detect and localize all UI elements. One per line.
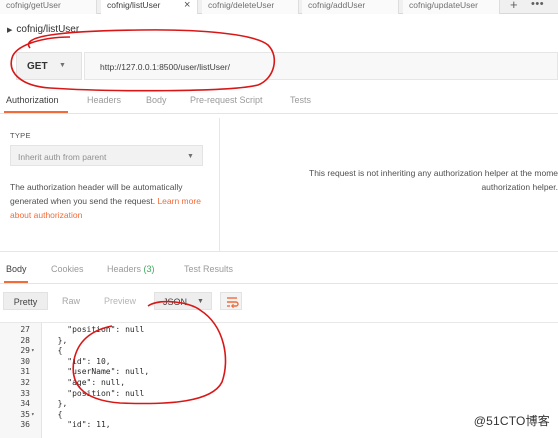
- line-number: 28: [20, 335, 30, 345]
- tab-test-results[interactable]: Test Results: [184, 264, 233, 274]
- request-title-row: ▶ cofnig/listUser: [7, 23, 79, 37]
- code-text: "position": null: [48, 388, 145, 398]
- url-input[interactable]: http://127.0.0.1:8500/user/listUser/: [84, 52, 558, 80]
- watermark: @51CTO博客: [473, 414, 550, 428]
- divider: [0, 283, 558, 284]
- headers-count-badge: (3): [143, 264, 155, 274]
- line-number: 29: [20, 346, 30, 356]
- tab-headers[interactable]: Headers: [87, 95, 121, 105]
- format-select[interactable]: JSON ▼: [154, 292, 212, 310]
- inherit-message: This request is not inheriting any autho…: [309, 168, 558, 192]
- tab-cookies[interactable]: Cookies: [51, 264, 84, 274]
- code-line: 27 "position": null: [0, 325, 558, 335]
- code-text: "position": null: [48, 325, 145, 334]
- tab-body[interactable]: Body: [146, 95, 167, 105]
- code-text: "age": null,: [48, 378, 126, 387]
- line-number: 31: [20, 367, 30, 377]
- code-line: 28 },: [0, 336, 558, 346]
- tab-response-headers[interactable]: Headers (3): [107, 264, 155, 274]
- line-number: 32: [20, 378, 30, 387]
- divider: [219, 118, 220, 251]
- close-tab-icon[interactable]: ×: [184, 0, 190, 11]
- tab-delete-user[interactable]: cofnig/deleteUser: [202, 0, 299, 14]
- preview-button[interactable]: Preview: [92, 292, 148, 310]
- chevron-down-icon: ▼: [187, 153, 194, 160]
- fold-toggle-icon[interactable]: ▾: [31, 346, 35, 356]
- line-number: 36: [20, 420, 30, 430]
- auth-type-value: Inherit auth from parent: [18, 152, 107, 162]
- auth-description: The authorization header will be automat…: [10, 182, 201, 220]
- url-value: http://127.0.0.1:8500/user/listUser/: [100, 62, 230, 72]
- collapse-caret-icon[interactable]: ▶: [7, 27, 12, 34]
- divider: [0, 113, 558, 114]
- line-number: 35: [20, 409, 30, 419]
- code-text: "id": 11,: [48, 420, 111, 430]
- auth-type-label: TYPE: [10, 131, 31, 140]
- code-line: 31 "userName": null,: [0, 367, 558, 377]
- tab-get-user[interactable]: cofnig/getUser: [0, 0, 97, 14]
- tab-authorization[interactable]: Authorization: [6, 95, 59, 105]
- tab-response-body[interactable]: Body: [6, 264, 27, 274]
- wrap-lines-icon: [227, 297, 239, 309]
- chevron-down-icon: ▼: [59, 62, 66, 69]
- tab-add-user[interactable]: cofnig/addUser: [302, 0, 399, 14]
- method-label: GET: [27, 61, 48, 72]
- line-number: 33: [20, 388, 30, 398]
- chevron-down-icon: ▼: [197, 298, 204, 305]
- code-text: },: [48, 335, 68, 345]
- code-line: 33 "position": null: [0, 389, 558, 399]
- line-number: 30: [20, 356, 30, 366]
- auth-type-select[interactable]: Inherit auth from parent ▼: [10, 145, 203, 166]
- line-number: 34: [20, 399, 30, 409]
- code-line: 30 "id": 10,: [0, 357, 558, 367]
- divider: [0, 251, 558, 252]
- code-text: {: [48, 346, 63, 356]
- code-line: 34 },: [0, 399, 558, 409]
- line-number: 27: [20, 325, 30, 334]
- wrap-lines-button[interactable]: [220, 292, 242, 310]
- code-text: "id": 10,: [48, 356, 111, 366]
- format-value: JSON: [163, 297, 188, 307]
- fold-toggle-icon[interactable]: ▾: [31, 410, 35, 420]
- code-text: {: [48, 409, 63, 419]
- pretty-button[interactable]: Pretty: [3, 292, 48, 310]
- tab-pre-request-script[interactable]: Pre-request Script: [190, 95, 263, 105]
- tab-update-user[interactable]: cofnig/updateUser: [403, 0, 500, 14]
- code-line: 29 ▾ {: [0, 346, 558, 356]
- tab-tests[interactable]: Tests: [290, 95, 311, 105]
- more-tabs-icon[interactable]: •••: [531, 0, 544, 10]
- method-select[interactable]: GET ▼: [16, 52, 82, 80]
- request-tab-strip: cofnig/getUser cofnig/listUser × cofnig/…: [0, 0, 558, 14]
- raw-button[interactable]: Raw: [52, 292, 90, 310]
- code-line: 32 "age": null,: [0, 378, 558, 388]
- code-text: },: [48, 399, 68, 409]
- new-tab-icon[interactable]: +: [510, 0, 518, 11]
- request-title: cofnig/listUser: [16, 24, 80, 35]
- code-text: "userName": null,: [48, 367, 150, 377]
